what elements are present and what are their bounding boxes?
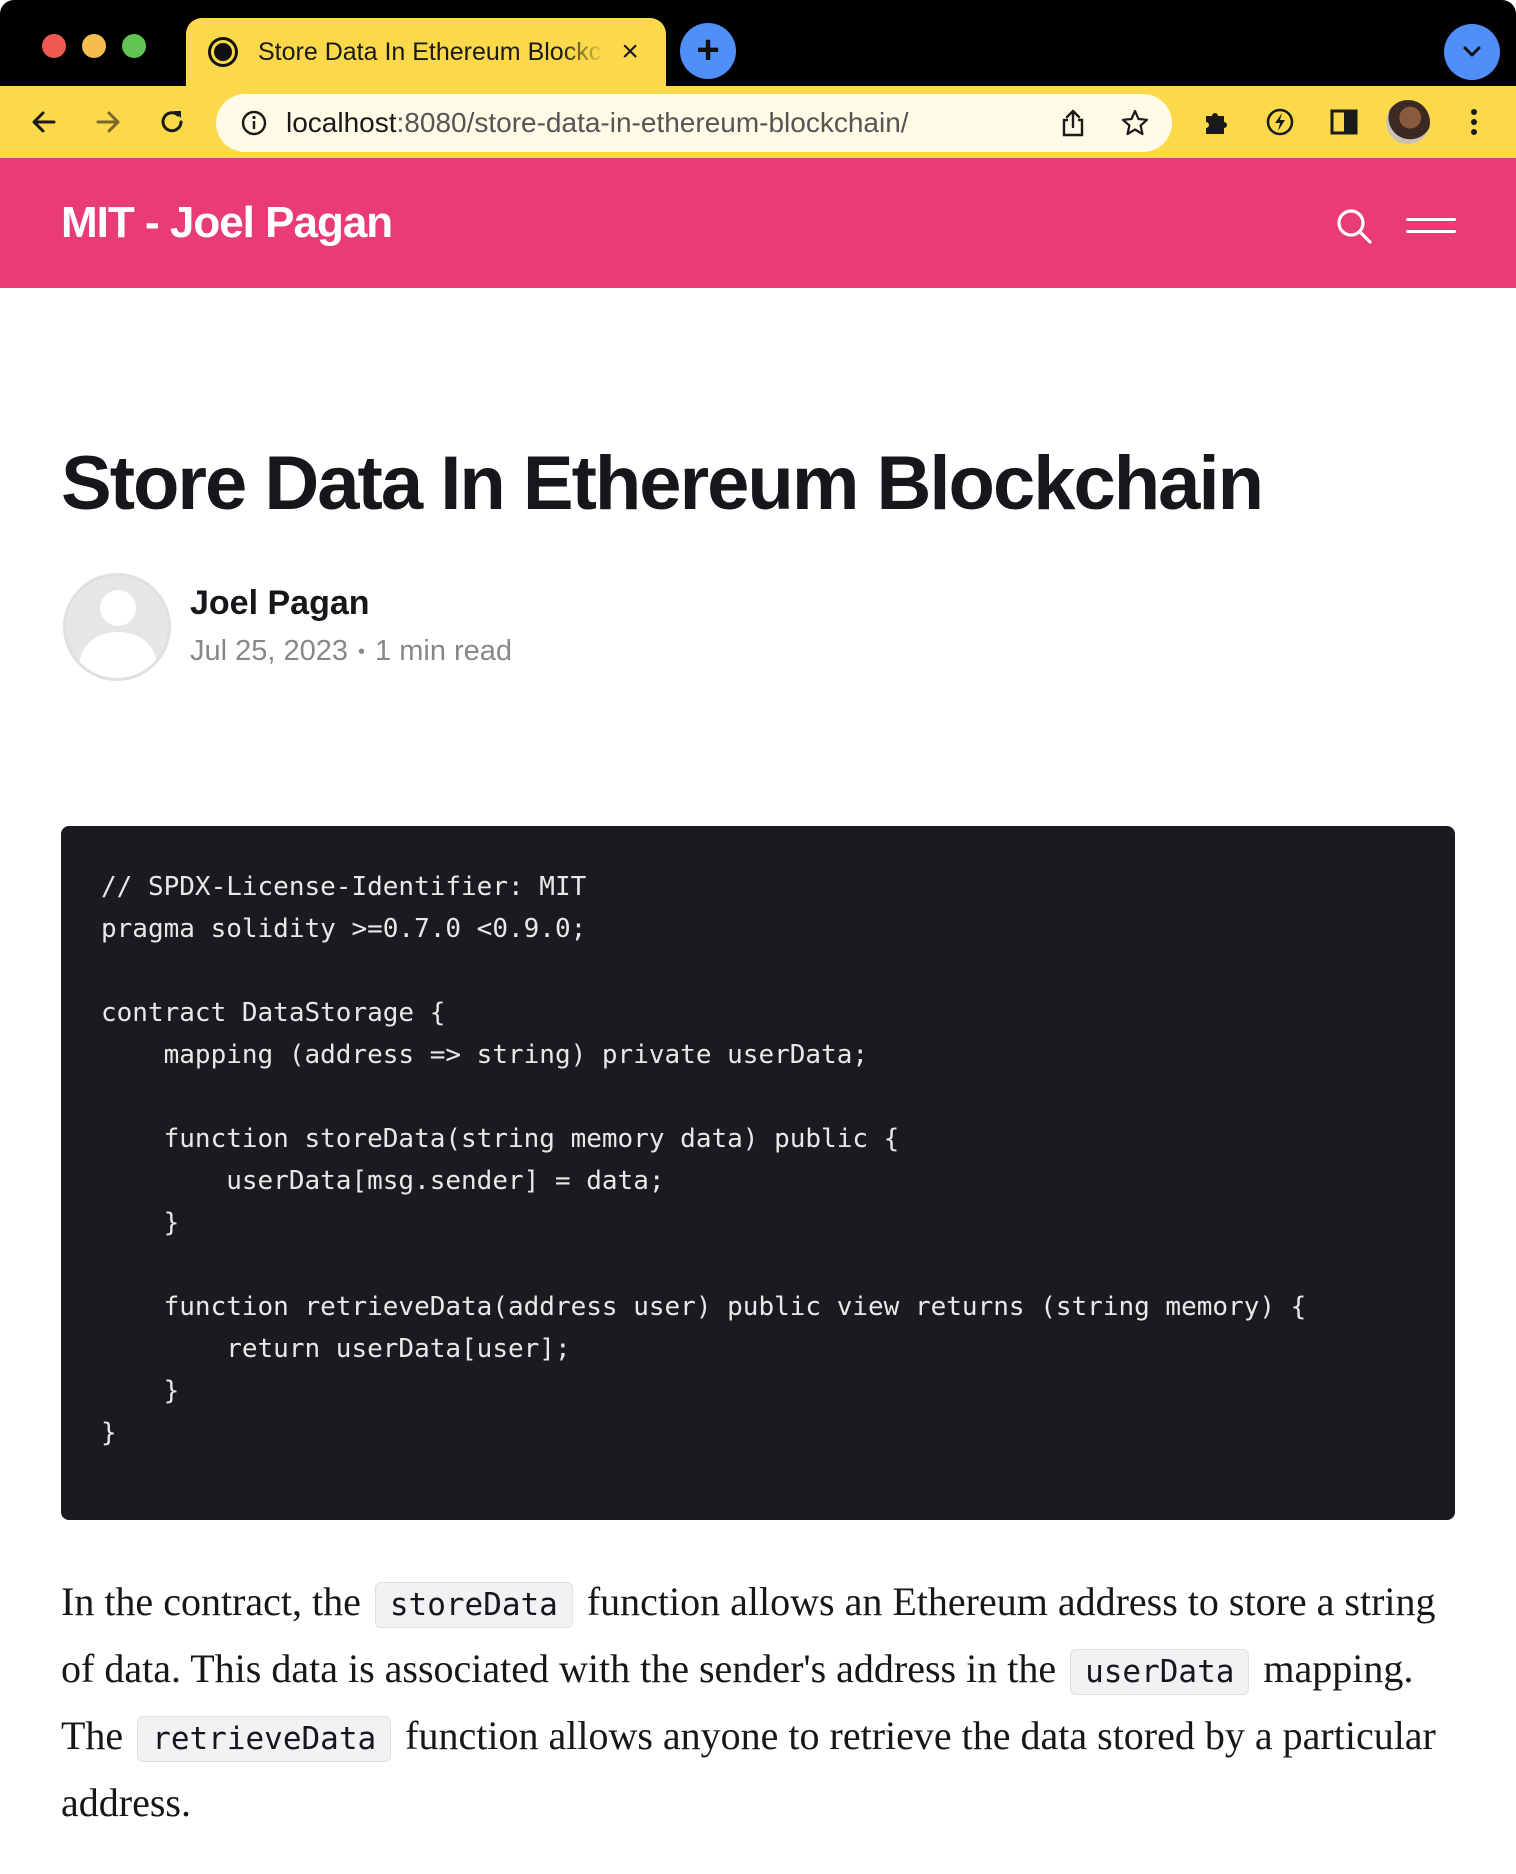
browser-tab-bar: Store Data In Ethereum Blockchain × + bbox=[0, 0, 1516, 86]
minimize-window-button[interactable] bbox=[82, 34, 106, 58]
new-tab-button[interactable]: + bbox=[680, 23, 736, 79]
inline-code: retrieveData bbox=[137, 1716, 392, 1762]
extensions-button[interactable] bbox=[1198, 104, 1234, 140]
meta-separator: • bbox=[358, 640, 366, 663]
browser-tab[interactable]: Store Data In Ethereum Blockchain × bbox=[186, 18, 666, 86]
read-time: 1 min read bbox=[375, 635, 513, 667]
site-title-link[interactable]: MIT - Joel Pagan bbox=[61, 198, 393, 248]
reload-icon bbox=[161, 111, 183, 133]
maximize-window-button[interactable] bbox=[122, 34, 146, 58]
tab-favicon-icon bbox=[208, 37, 238, 67]
tab-title: Store Data In Ethereum Blockchain bbox=[258, 37, 604, 66]
avatar-body-shape bbox=[80, 632, 156, 678]
menu-line-icon bbox=[1406, 218, 1456, 221]
search-button[interactable] bbox=[1334, 206, 1374, 246]
side-panel-button[interactable] bbox=[1326, 104, 1362, 140]
sidebar-icon bbox=[1330, 109, 1358, 135]
url-host: localhost bbox=[286, 107, 397, 138]
url-path: :8080/store-data-in-ethereum-blockchain/ bbox=[396, 107, 909, 138]
forward-button[interactable] bbox=[90, 104, 126, 140]
tab-search-button[interactable] bbox=[1444, 24, 1500, 80]
lightning-icon bbox=[1266, 108, 1294, 136]
hamburger-menu-button[interactable] bbox=[1406, 210, 1456, 240]
bookmark-button[interactable] bbox=[1118, 106, 1152, 140]
close-window-button[interactable] bbox=[42, 34, 66, 58]
star-icon bbox=[1121, 109, 1149, 136]
author-name-link[interactable]: Joel Pagan bbox=[190, 584, 370, 623]
chevron-down-icon bbox=[1463, 46, 1481, 57]
back-button[interactable] bbox=[26, 104, 62, 140]
profile-avatar[interactable] bbox=[1386, 100, 1430, 144]
author-avatar[interactable] bbox=[63, 573, 171, 681]
post-date: Jul 25, 2023 bbox=[190, 635, 349, 667]
inline-code: storeData bbox=[374, 1582, 573, 1628]
reload-button[interactable] bbox=[154, 104, 190, 140]
site-header: MIT - Joel Pagan bbox=[0, 158, 1516, 288]
info-icon bbox=[241, 110, 267, 136]
address-bar[interactable]: localhost:8080/store-data-in-ethereum-bl… bbox=[216, 94, 1172, 152]
article-title: Store Data In Ethereum Blockchain bbox=[61, 441, 1264, 526]
menu-line-icon bbox=[1406, 230, 1456, 233]
avatar-head-shape bbox=[100, 590, 136, 626]
post-meta: Jul 25, 2023 • 1 min read bbox=[190, 635, 512, 668]
url-text: localhost:8080/store-data-in-ethereum-bl… bbox=[286, 107, 909, 139]
forward-icon bbox=[96, 111, 120, 133]
share-button[interactable] bbox=[1056, 106, 1090, 140]
code-content: // SPDX-License-Identifier: MIT pragma s… bbox=[101, 872, 1307, 1448]
tab-close-icon[interactable]: × bbox=[616, 35, 644, 69]
share-icon bbox=[1062, 109, 1084, 137]
back-icon bbox=[32, 111, 56, 133]
extensions-icon bbox=[1206, 113, 1227, 134]
code-block: // SPDX-License-Identifier: MIT pragma s… bbox=[61, 826, 1455, 1520]
browser-toolbar: localhost:8080/store-data-in-ethereum-bl… bbox=[0, 86, 1516, 158]
browser-menu-button[interactable] bbox=[1456, 104, 1492, 140]
article-paragraph: In the contract, the storeData function … bbox=[61, 1570, 1461, 1835]
lightning-extension-button[interactable] bbox=[1262, 104, 1298, 140]
paragraph-text: In the contract, the bbox=[61, 1579, 361, 1624]
kebab-menu-icon bbox=[1471, 109, 1477, 135]
search-icon bbox=[1337, 209, 1372, 244]
inline-code: userData bbox=[1070, 1649, 1250, 1695]
